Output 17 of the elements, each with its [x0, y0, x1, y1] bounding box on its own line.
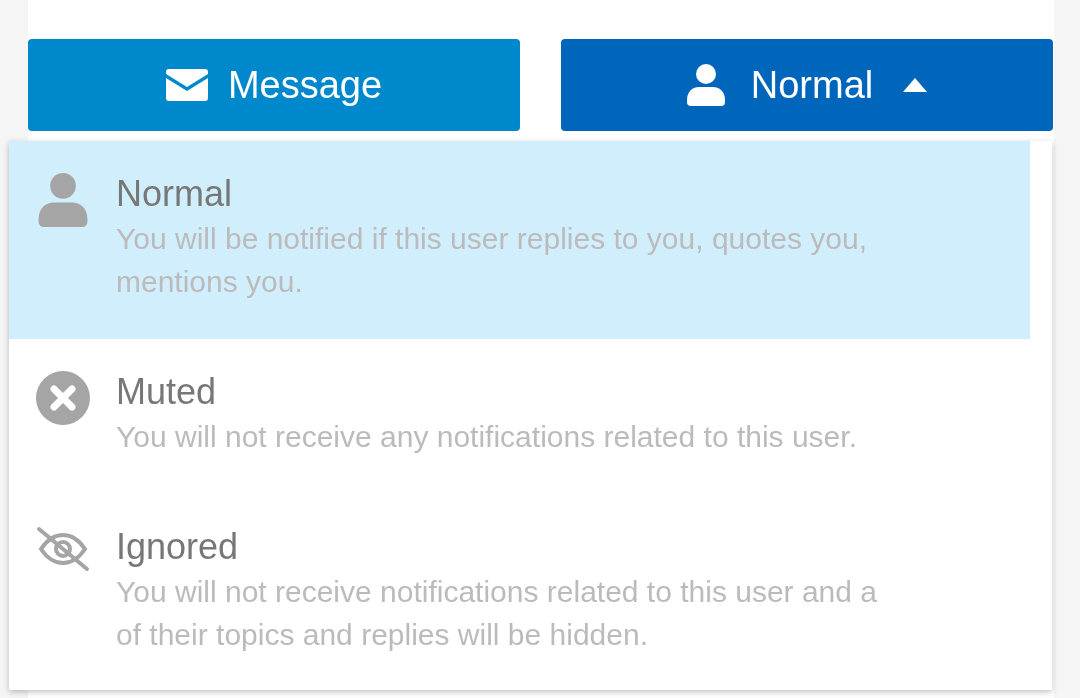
menu-item[interactable]: Normal You will be notified if this user replies to you, quotes you, mentions you. [9, 141, 1030, 339]
option-description: You will be notified if this user replies to you, quotes you, mentions you. [116, 221, 867, 300]
option-title: Normal [116, 172, 233, 216]
option-description: You will not receive any notifications related to this user. [116, 419, 857, 455]
menu-item[interactable]: Muted You will not receive any notifications related to this user. [9, 339, 1030, 494]
message-button[interactable]: Message [28, 39, 520, 131]
close-circle-icon [35, 371, 90, 425]
menu-item[interactable]: Ignored You will not receive notifications related to this user and a of their topics and replies will be hidden. [9, 494, 1030, 690]
option-description: You will not receive notifications related to this user and a of their topics and replies will be hidden. [116, 574, 877, 653]
option-title: Muted [116, 370, 218, 414]
envelope-icon [165, 69, 208, 101]
option-title: Ignored [116, 525, 240, 569]
person-icon [686, 64, 725, 106]
caret-icon [903, 78, 928, 92]
notification-level-button[interactable]: Normal [561, 39, 1053, 131]
person-icon [37, 173, 88, 227]
eye-slash-icon [34, 526, 91, 572]
